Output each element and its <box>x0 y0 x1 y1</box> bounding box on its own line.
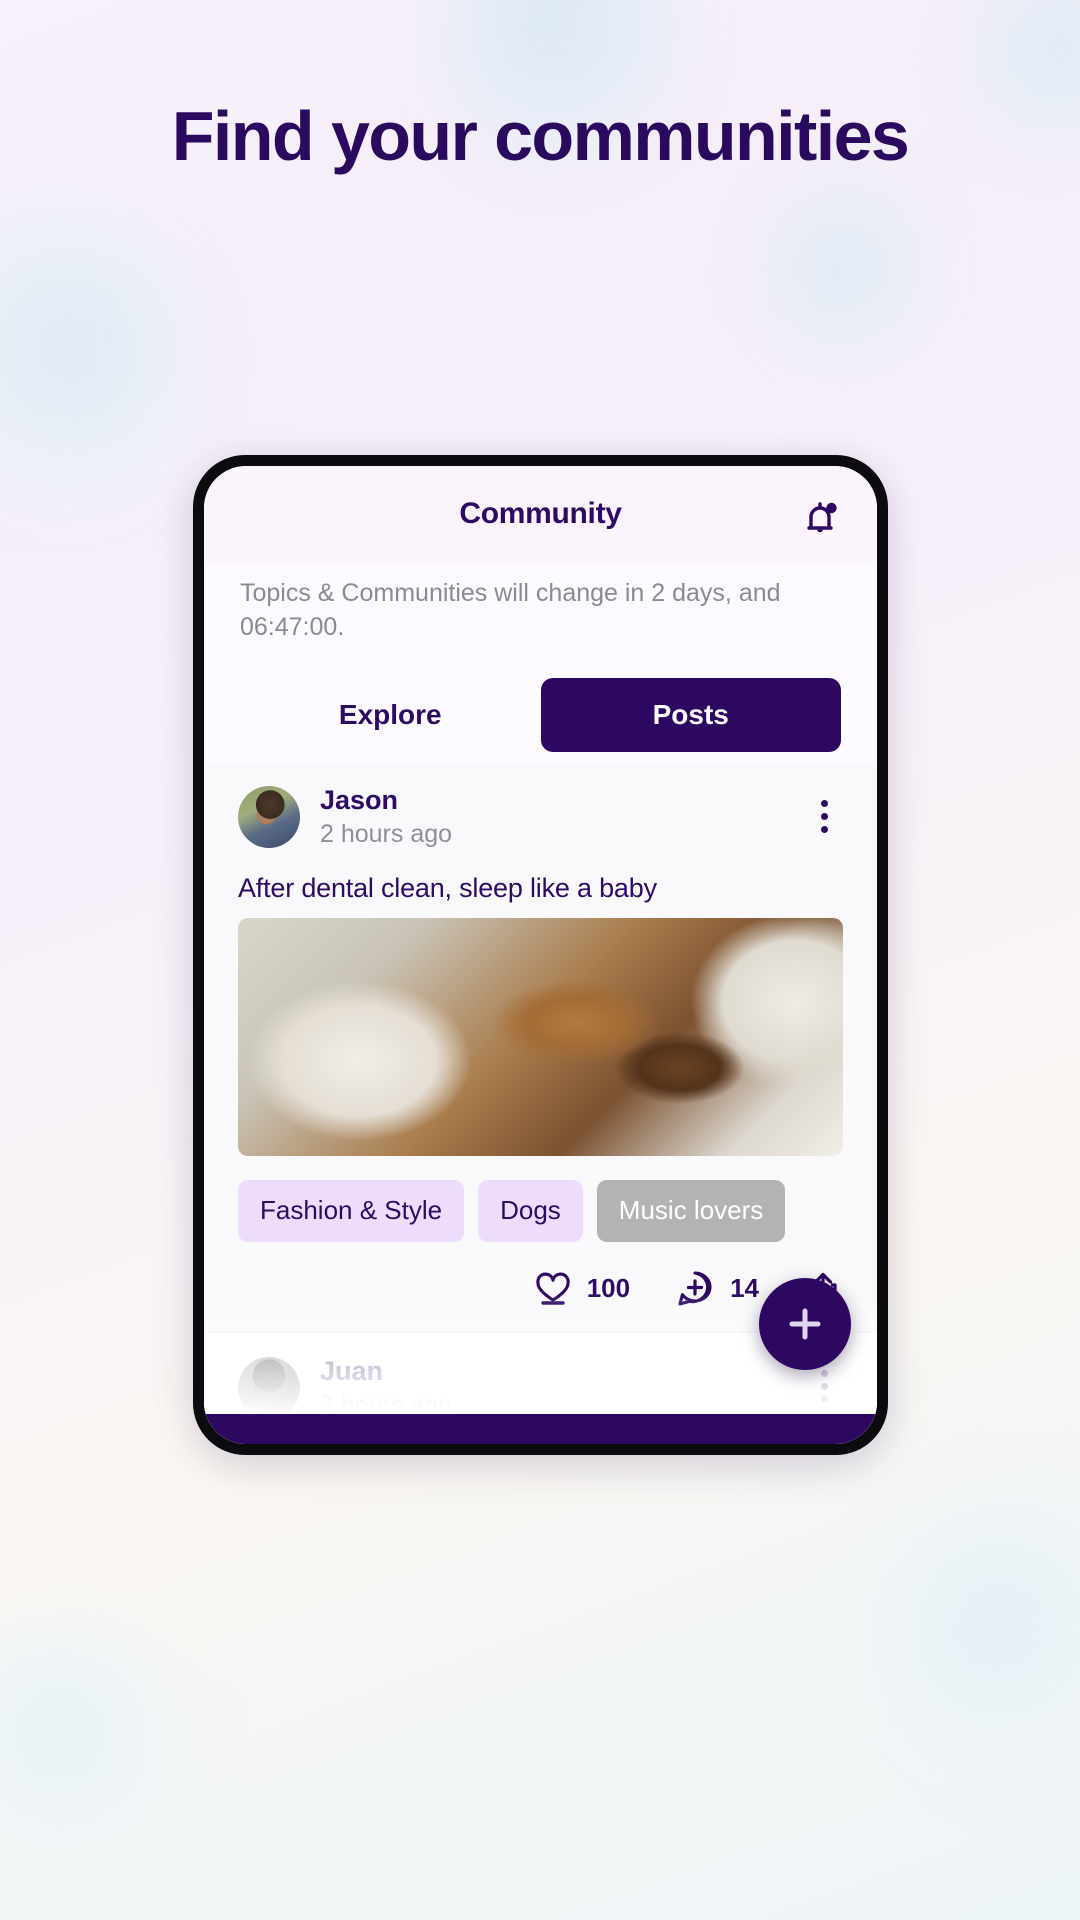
kebab-menu-icon <box>820 799 828 807</box>
avatar[interactable] <box>238 786 300 849</box>
phone-mockup-frame: Community Topics & Communities will chan… <box>193 455 888 1455</box>
post-options-button[interactable] <box>807 1367 841 1407</box>
rotation-notice: Topics & Communities will change in 2 da… <box>204 562 877 664</box>
post-tags: Fashion & Style Dogs Music lovers <box>238 1156 843 1242</box>
tag-chip[interactable]: Dogs <box>478 1179 583 1242</box>
like-count: 100 <box>586 1273 631 1304</box>
tag-chip[interactable]: Fashion & Style <box>238 1179 465 1242</box>
plus-icon <box>789 1308 821 1340</box>
bell-icon <box>807 502 837 533</box>
heart-icon <box>536 1272 570 1305</box>
post-body-text: After dental clean, sleep like a baby <box>238 872 657 903</box>
decorative-bubble <box>0 200 200 530</box>
phone-screen: Community Topics & Communities will chan… <box>204 466 877 1444</box>
kebab-menu-icon <box>820 812 828 820</box>
page-headline: Find your communities <box>171 97 910 175</box>
notification-dot <box>826 502 837 514</box>
create-post-button[interactable] <box>759 1278 851 1370</box>
decorative-bubble <box>880 1500 1080 1780</box>
tag-chip[interactable]: Music lovers <box>596 1179 786 1242</box>
post-actions: 100 14 <box>238 1242 843 1332</box>
post-header: Jason 2 hours ago <box>238 784 843 865</box>
comment-plus-icon <box>678 1271 712 1306</box>
post-options-button[interactable] <box>807 796 841 836</box>
post-card[interactable]: Jason 2 hours ago After dental clean, sl… <box>204 762 877 1333</box>
phone-bottom-nav-bar <box>204 1414 877 1444</box>
tab-explore[interactable]: Explore <box>240 678 541 752</box>
decorative-bubble <box>760 175 940 380</box>
promo-screenshot: Find your communities Community Topics &… <box>0 0 1080 1920</box>
post-author-name: Jason <box>320 785 399 815</box>
app-header: Community <box>204 466 877 562</box>
post-author-block: Juan 2 hours ago <box>320 1355 452 1422</box>
post-author-name: Juan <box>320 1355 384 1386</box>
feed-tabs: Explore Posts <box>204 664 877 778</box>
post-timestamp: 2 hours ago <box>320 820 453 849</box>
comment-button[interactable]: 14 <box>674 1268 759 1310</box>
kebab-menu-icon <box>820 1383 828 1391</box>
post-image[interactable] <box>238 917 843 1156</box>
like-button[interactable]: 100 <box>533 1269 630 1309</box>
avatar[interactable] <box>238 1357 300 1420</box>
kebab-menu-icon <box>820 1396 828 1404</box>
kebab-menu-icon <box>820 1370 828 1378</box>
comment-count: 14 <box>730 1273 759 1304</box>
notification-bell-button[interactable] <box>797 496 843 542</box>
kebab-menu-icon <box>820 825 828 833</box>
post-author-block: Jason 2 hours ago <box>320 784 452 851</box>
page-title: Community <box>459 497 622 530</box>
decorative-bubble <box>0 1620 180 1870</box>
tab-posts[interactable]: Posts <box>540 678 841 752</box>
